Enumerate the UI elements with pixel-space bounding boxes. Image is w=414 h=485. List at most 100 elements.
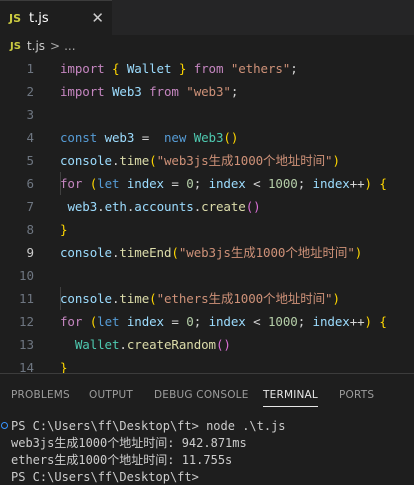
code-token: ): [332, 153, 340, 168]
file-tab[interactable]: JS t.js ✕: [0, 0, 112, 35]
code-token: (): [245, 199, 261, 214]
command-decoration-icon[interactable]: [1, 422, 8, 429]
code-token: accounts: [134, 199, 194, 214]
line-number: 8: [26, 222, 34, 237]
code-editor[interactable]: 1 import { Wallet } from "ethers"; 2 import…: [0, 57, 414, 444]
code-token: ++: [349, 314, 365, 329]
code-token: (: [149, 291, 157, 306]
bottom-panel: PROBLEMS OUTPUT DEBUG CONSOLE TERMINAL P…: [0, 373, 414, 484]
line-number: 7: [26, 199, 34, 214]
code-text: }: [60, 218, 68, 241]
code-token: 1000: [267, 176, 298, 191]
code-token: web3: [104, 130, 142, 145]
code-text: Wallet.createRandom(): [60, 333, 231, 356]
terminal-line: ethers生成1000个地址时间: 11.755s: [11, 453, 233, 467]
code-line[interactable]: 5 console.time("web3js生成1000个地址时间"): [0, 149, 414, 172]
code-token: "web3js生成1000个地址时间": [156, 153, 333, 168]
code-token: console: [60, 245, 112, 260]
code-line[interactable]: 6 for (let index = 0; index < 1000; index…: [0, 172, 414, 195]
code-token: .: [97, 199, 105, 214]
code-token: timeEnd: [119, 245, 172, 260]
tab-terminal[interactable]: TERMINAL: [263, 374, 318, 409]
code-token: ;: [193, 176, 209, 191]
code-token: time: [119, 291, 150, 306]
line-number: 9: [26, 245, 34, 260]
code-token: create: [201, 199, 246, 214]
close-icon[interactable]: ✕: [91, 9, 104, 27]
code-line[interactable]: 4 const web3 = new Web3(): [0, 126, 414, 149]
code-token: for: [60, 314, 90, 329]
code-line[interactable]: 3: [0, 103, 414, 126]
code-token: (): [223, 130, 239, 145]
tab-debug-console[interactable]: DEBUG CONSOLE: [154, 374, 249, 409]
code-line[interactable]: 2 import Web3 from "web3";: [0, 80, 414, 103]
tab-ports[interactable]: PORTS: [339, 374, 374, 409]
breadcrumb-file[interactable]: t.js: [27, 39, 45, 53]
line-number: 1: [26, 61, 34, 76]
code-token: index: [126, 176, 172, 191]
line-number: 5: [26, 153, 34, 168]
line-number: 11: [18, 291, 34, 306]
breadcrumb-separator: >: [50, 39, 61, 53]
code-line[interactable]: 9 console.timeEnd("web3js生成1000个地址时间"): [0, 241, 414, 264]
code-token: ;: [290, 61, 298, 76]
code-token: console: [60, 153, 112, 168]
code-token: ;: [297, 314, 313, 329]
code-token: .: [119, 337, 127, 352]
editor-tab-bar: JS t.js ✕: [0, 0, 414, 35]
code-line[interactable]: 8}: [0, 218, 414, 241]
code-token: ;: [297, 176, 313, 191]
code-token: 0: [186, 314, 194, 329]
code-token: =: [171, 176, 187, 191]
code-line[interactable]: 10: [0, 264, 414, 287]
code-token: ): [354, 245, 363, 260]
code-token: ): [364, 176, 380, 191]
code-token: }: [60, 222, 68, 237]
panel-tab-bar: PROBLEMS OUTPUT DEBUG CONSOLE TERMINAL P…: [0, 374, 414, 409]
code-token: const: [60, 130, 105, 145]
code-token: let: [97, 176, 127, 191]
code-text: for (let index = 0; index < 1000; index+…: [60, 310, 387, 333]
code-token: index: [126, 314, 172, 329]
code-text: console.time("web3js生成1000个地址时间"): [60, 149, 340, 172]
line-number: 10: [18, 268, 34, 283]
code-token: new: [163, 130, 194, 145]
line-number: 13: [18, 337, 34, 352]
code-token: console: [60, 291, 112, 306]
code-token: index: [312, 314, 350, 329]
line-number: 3: [26, 107, 34, 122]
line-number: 6: [26, 176, 34, 191]
code-line[interactable]: 12 for (let index = 0; index < 1000; inde…: [0, 310, 414, 333]
code-token: from: [193, 61, 231, 76]
code-token: web3: [67, 199, 98, 214]
breadcrumb-symbols[interactable]: ...: [64, 39, 75, 53]
code-token: (: [149, 153, 157, 168]
code-token: ): [364, 314, 380, 329]
code-text: import Web3 from "web3";: [60, 80, 238, 103]
code-token: Web3: [193, 130, 224, 145]
code-line[interactable]: 13 Wallet.createRandom(): [0, 333, 414, 356]
code-line[interactable]: 7 web3.eth.accounts.create(): [0, 195, 414, 218]
code-token: import: [60, 84, 112, 99]
code-token: let: [97, 314, 127, 329]
terminal-output[interactable]: PS C:\Users\ff\Desktop\ft> node .\t.js w…: [0, 418, 414, 484]
tab-output[interactable]: OUTPUT: [89, 374, 133, 409]
line-number: 2: [26, 84, 34, 99]
code-token: (: [171, 245, 179, 260]
code-token: 0: [186, 176, 194, 191]
code-token: <: [253, 176, 268, 191]
code-token: {: [111, 61, 127, 76]
code-token: =: [141, 130, 164, 145]
code-token: Wallet: [126, 61, 179, 76]
code-token: "ethers": [230, 61, 291, 76]
code-text: web3.eth.accounts.create(): [60, 195, 261, 218]
code-token: }: [178, 61, 194, 76]
code-line[interactable]: 11 console.time("ethers生成1000个地址时间"): [0, 287, 414, 310]
tab-problems[interactable]: PROBLEMS: [11, 374, 70, 409]
terminal-line: web3js生成1000个地址时间: 942.871ms: [11, 436, 247, 450]
code-token: Wallet: [74, 337, 120, 352]
code-text: import { Wallet } from "ethers";: [60, 57, 298, 80]
code-token: import: [60, 61, 112, 76]
code-line[interactable]: 1 import { Wallet } from "ethers";: [0, 57, 414, 80]
